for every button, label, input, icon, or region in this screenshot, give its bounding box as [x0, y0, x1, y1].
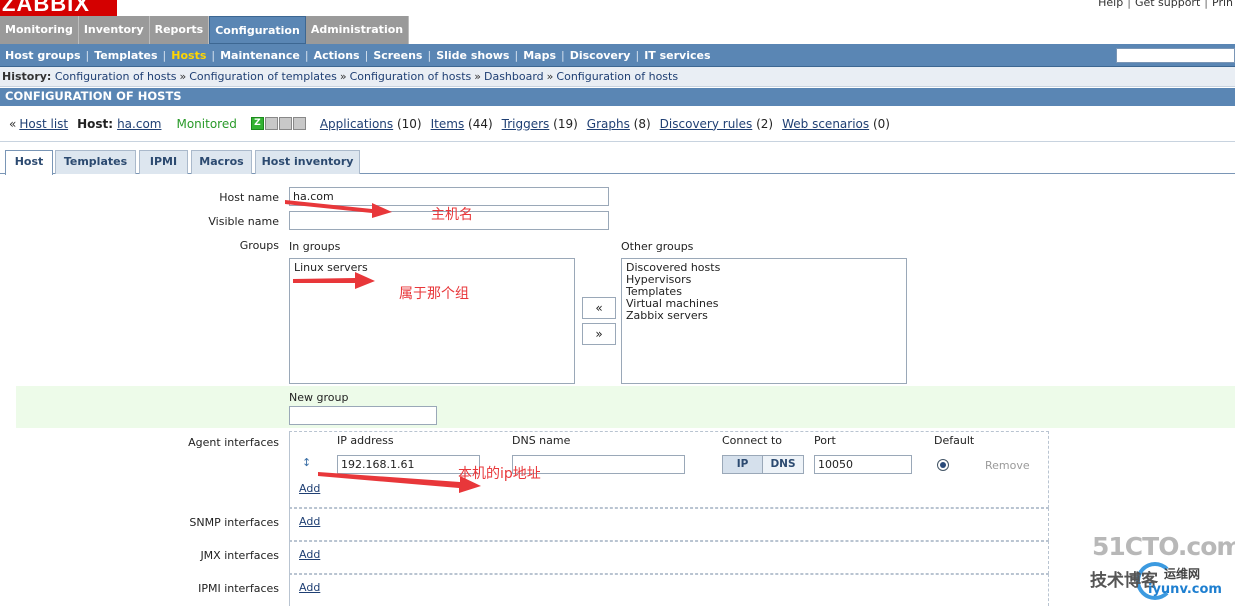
annotation-host-name: 主机名	[431, 207, 473, 223]
annotation-group: 属于那个组	[399, 286, 469, 302]
watermark-51cto: 51CTO.com	[1092, 532, 1235, 561]
watermark: 51CTO.com 技术博客 运维网 iyunv.com	[1090, 532, 1235, 604]
watermark-yunwei: 运维网	[1164, 567, 1201, 581]
arrow-icon	[285, 200, 481, 493]
watermark-iyunv: iyunv.com	[1148, 582, 1222, 597]
annotation-ip: 本机的ip地址	[458, 466, 541, 482]
annotation-arrows	[285, 200, 481, 493]
